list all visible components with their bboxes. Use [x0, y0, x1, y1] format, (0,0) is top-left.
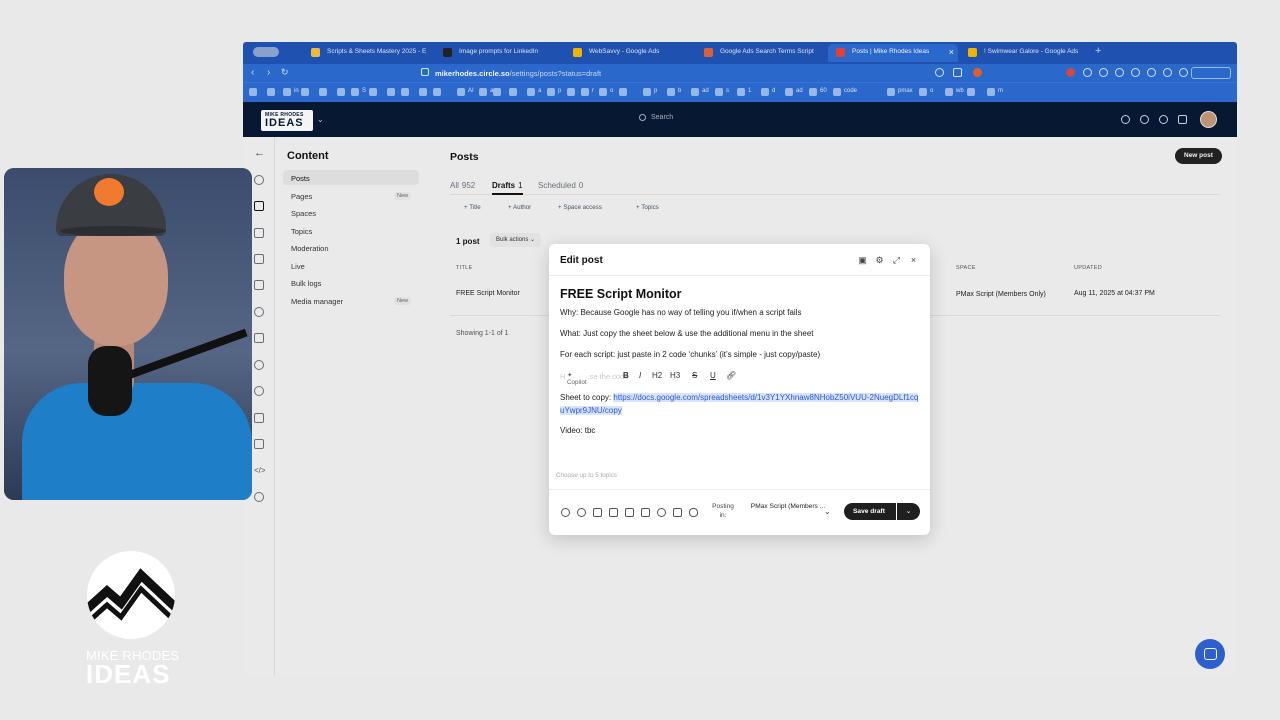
- heading3-button[interactable]: H3: [670, 371, 680, 380]
- expand-icon[interactable]: ⤢: [892, 256, 901, 265]
- post-title-input[interactable]: FREE Script Monitor: [560, 287, 682, 301]
- strikethrough-button[interactable]: S: [692, 371, 697, 380]
- microphone-icon[interactable]: [689, 508, 698, 517]
- save-draft-button[interactable]: Save draft: [844, 503, 896, 520]
- brand-name-line2: IDEAS: [86, 659, 171, 689]
- microphone: [88, 346, 132, 416]
- topics-input[interactable]: Choose up to 5 topics: [556, 472, 617, 479]
- divider: [549, 489, 930, 490]
- save-options-chevron-icon[interactable]: ⌄: [897, 503, 920, 520]
- add-icon[interactable]: [561, 508, 570, 517]
- embed-icon[interactable]: [577, 508, 586, 517]
- modal-title: Edit post: [560, 255, 603, 266]
- bold-button[interactable]: B: [623, 371, 629, 380]
- video-icon[interactable]: [609, 508, 618, 517]
- copilot-button[interactable]: ✦ Copilot: [565, 372, 589, 386]
- preview-icon[interactable]: ▣: [858, 256, 867, 265]
- posting-in-label: Posting in:: [712, 503, 734, 519]
- close-icon[interactable]: ×: [909, 256, 918, 265]
- attachment-icon[interactable]: [593, 508, 602, 517]
- body-paragraph[interactable]: Why: Because Google has no way of tellin…: [560, 308, 801, 317]
- poll-icon[interactable]: [673, 508, 682, 517]
- body-paragraph[interactable]: For each script: just paste in 2 code ‘c…: [560, 350, 820, 359]
- browser-window: Scripts & Sheets Mastery 2025 - E Image …: [243, 42, 1237, 676]
- divider: [549, 275, 930, 276]
- heading2-button[interactable]: H2: [652, 371, 662, 380]
- sheet-link[interactable]: https://docs.google.com/spreadsheets/d/1…: [560, 393, 919, 415]
- chevron-down-icon[interactable]: ⌄: [824, 507, 831, 516]
- edit-post-modal: Edit post ▣ ⚙ ⤢ × FREE Script Monitor Wh…: [549, 244, 930, 535]
- body-paragraph[interactable]: Video: tbc: [560, 426, 595, 435]
- underline-button[interactable]: U: [710, 371, 716, 380]
- brand-mountain-logo: [87, 551, 175, 639]
- emoji-icon[interactable]: [657, 508, 666, 517]
- link-icon[interactable]: 🔗︎: [726, 371, 736, 380]
- body-paragraph[interactable]: What: Just copy the sheet below & use th…: [560, 329, 814, 338]
- gear-icon[interactable]: ⚙: [875, 256, 884, 265]
- body-paragraph[interactable]: Sheet to copy: https://docs.google.com/s…: [560, 391, 920, 417]
- presenter-webcam: [4, 168, 252, 500]
- gif-icon[interactable]: [625, 508, 634, 517]
- space-select[interactable]: PMax Script (Members ...: [742, 502, 834, 511]
- italic-button[interactable]: I: [639, 371, 641, 380]
- image-icon[interactable]: [641, 508, 650, 517]
